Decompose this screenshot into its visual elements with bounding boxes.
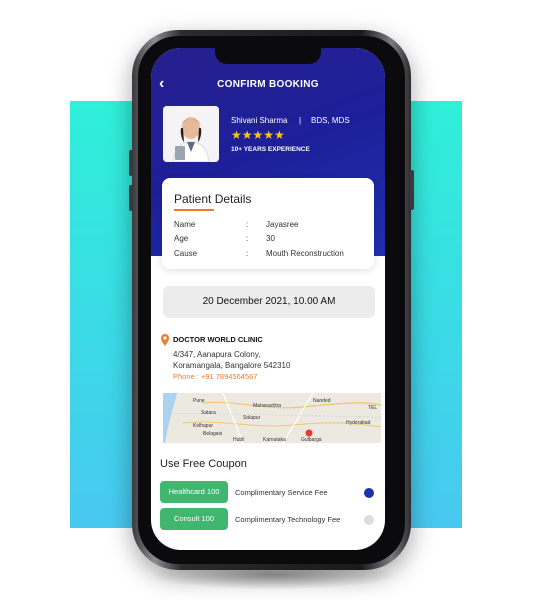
map-label: Pune xyxy=(193,398,205,404)
coupon-radio-selected[interactable] xyxy=(364,488,374,498)
map-label: Solapur xyxy=(243,415,261,421)
clinic-name: DOCTOR WORLD CLINIC xyxy=(173,335,263,344)
doctor-degree: BDS, MDS xyxy=(311,116,350,125)
map-label: Maharashtra xyxy=(253,403,282,409)
patient-details-title: Patient Details xyxy=(174,192,252,206)
clinic-address-line1: 4/347, Aanapura Colony, xyxy=(173,350,261,359)
map-label: Kolhapur xyxy=(193,423,214,429)
doctor-avatar xyxy=(163,106,219,162)
map-label: Nanded xyxy=(313,398,331,404)
row-colon: : xyxy=(246,249,249,258)
doctor-name: Shivani Sharma xyxy=(231,116,288,125)
coupon-section-title: Use Free Coupon xyxy=(160,458,247,470)
row-value: Jayasree xyxy=(266,220,299,229)
coupon-description: Complimentary Technology Fee xyxy=(235,515,341,524)
phone-notch xyxy=(215,48,321,64)
phone-side-button xyxy=(129,185,133,211)
phone-side-button xyxy=(129,150,133,176)
clinic-phone[interactable]: Phone : +91 7894564567 xyxy=(173,372,257,381)
title-underline xyxy=(174,209,214,211)
clinic-map[interactable]: Pune Maharashtra Satara Solapur Kolhapur… xyxy=(163,393,381,443)
row-label: Cause xyxy=(174,249,198,258)
row-colon: : xyxy=(246,234,249,243)
map-label: Hubli xyxy=(233,437,245,443)
doctor-photo-icon xyxy=(163,106,219,162)
coupon-consult-button[interactable]: Consult 100 xyxy=(160,508,228,530)
map-label: Hyderabad xyxy=(346,420,371,426)
row-label: Name xyxy=(174,220,196,229)
row-value: Mouth Reconstruction xyxy=(266,249,344,258)
row-value: 30 xyxy=(266,234,275,243)
map-label: TEL xyxy=(368,405,378,411)
patient-details-card: Patient Details Name : Jayasree Age : 30… xyxy=(162,178,374,269)
location-pin-icon xyxy=(161,334,169,346)
app-screen: ‹ CONFIRM BOOKING Shivani Sharma | BDS, … xyxy=(151,48,385,550)
rating-stars-icon: ★★★★★ xyxy=(231,128,285,142)
phone-power-button xyxy=(410,170,414,210)
map-label: Belagavi xyxy=(203,431,223,437)
map-label: Satara xyxy=(201,410,216,416)
doctor-experience: 10+ YEARS EXPERIENCE xyxy=(231,146,310,153)
row-colon: : xyxy=(246,220,249,229)
coupon-radio-unselected[interactable] xyxy=(364,515,374,525)
map-label: Gulbarga xyxy=(301,437,322,443)
doctor-separator: | xyxy=(299,116,302,125)
coupon-description: Complimentary Service Fee xyxy=(235,488,328,497)
page-title: CONFIRM BOOKING xyxy=(217,79,319,90)
map-label: Karnataka xyxy=(263,437,286,443)
row-label: Age xyxy=(174,234,189,243)
coupon-healthcard-button[interactable]: Healthcard 100 xyxy=(160,481,228,503)
clinic-address-line2: Koramangala, Bangalore 542310 xyxy=(173,361,291,370)
appointment-datetime[interactable]: 20 December 2021, 10.00 AM xyxy=(163,286,375,318)
